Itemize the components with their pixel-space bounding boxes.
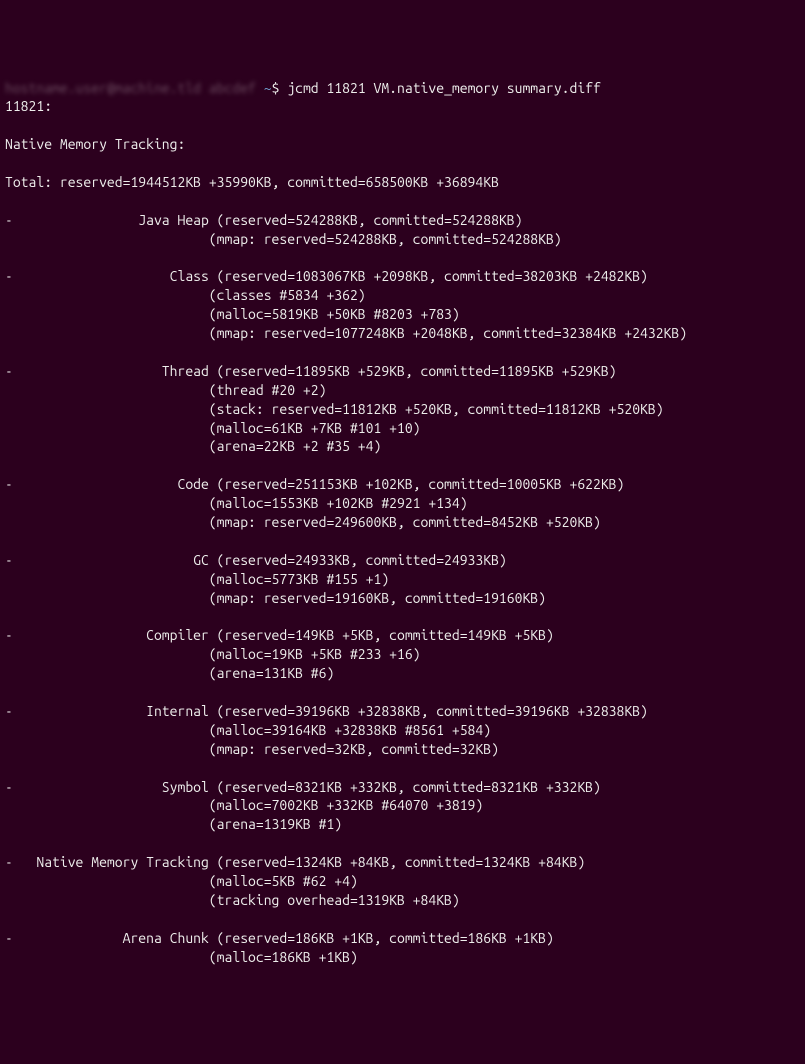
prompt-tilde: ~ (264, 80, 272, 96)
command-text: jcmd 11821 VM.native_memory summary.diff (287, 80, 601, 96)
total-line: Total: reserved=1944512KB +35990KB, comm… (5, 174, 499, 190)
prompt-host: hostname.user@machine.tld abcdef (5, 79, 256, 98)
terminal-output[interactable]: hostname.user@machine.tld abcdef ~$ jcmd… (5, 79, 800, 967)
sections-container: - Java Heap (reserved=524288KB, committe… (5, 192, 800, 967)
nmt-header: Native Memory Tracking: (5, 136, 185, 152)
pid-line: 11821: (5, 98, 52, 114)
prompt-dollar: $ (272, 80, 280, 96)
